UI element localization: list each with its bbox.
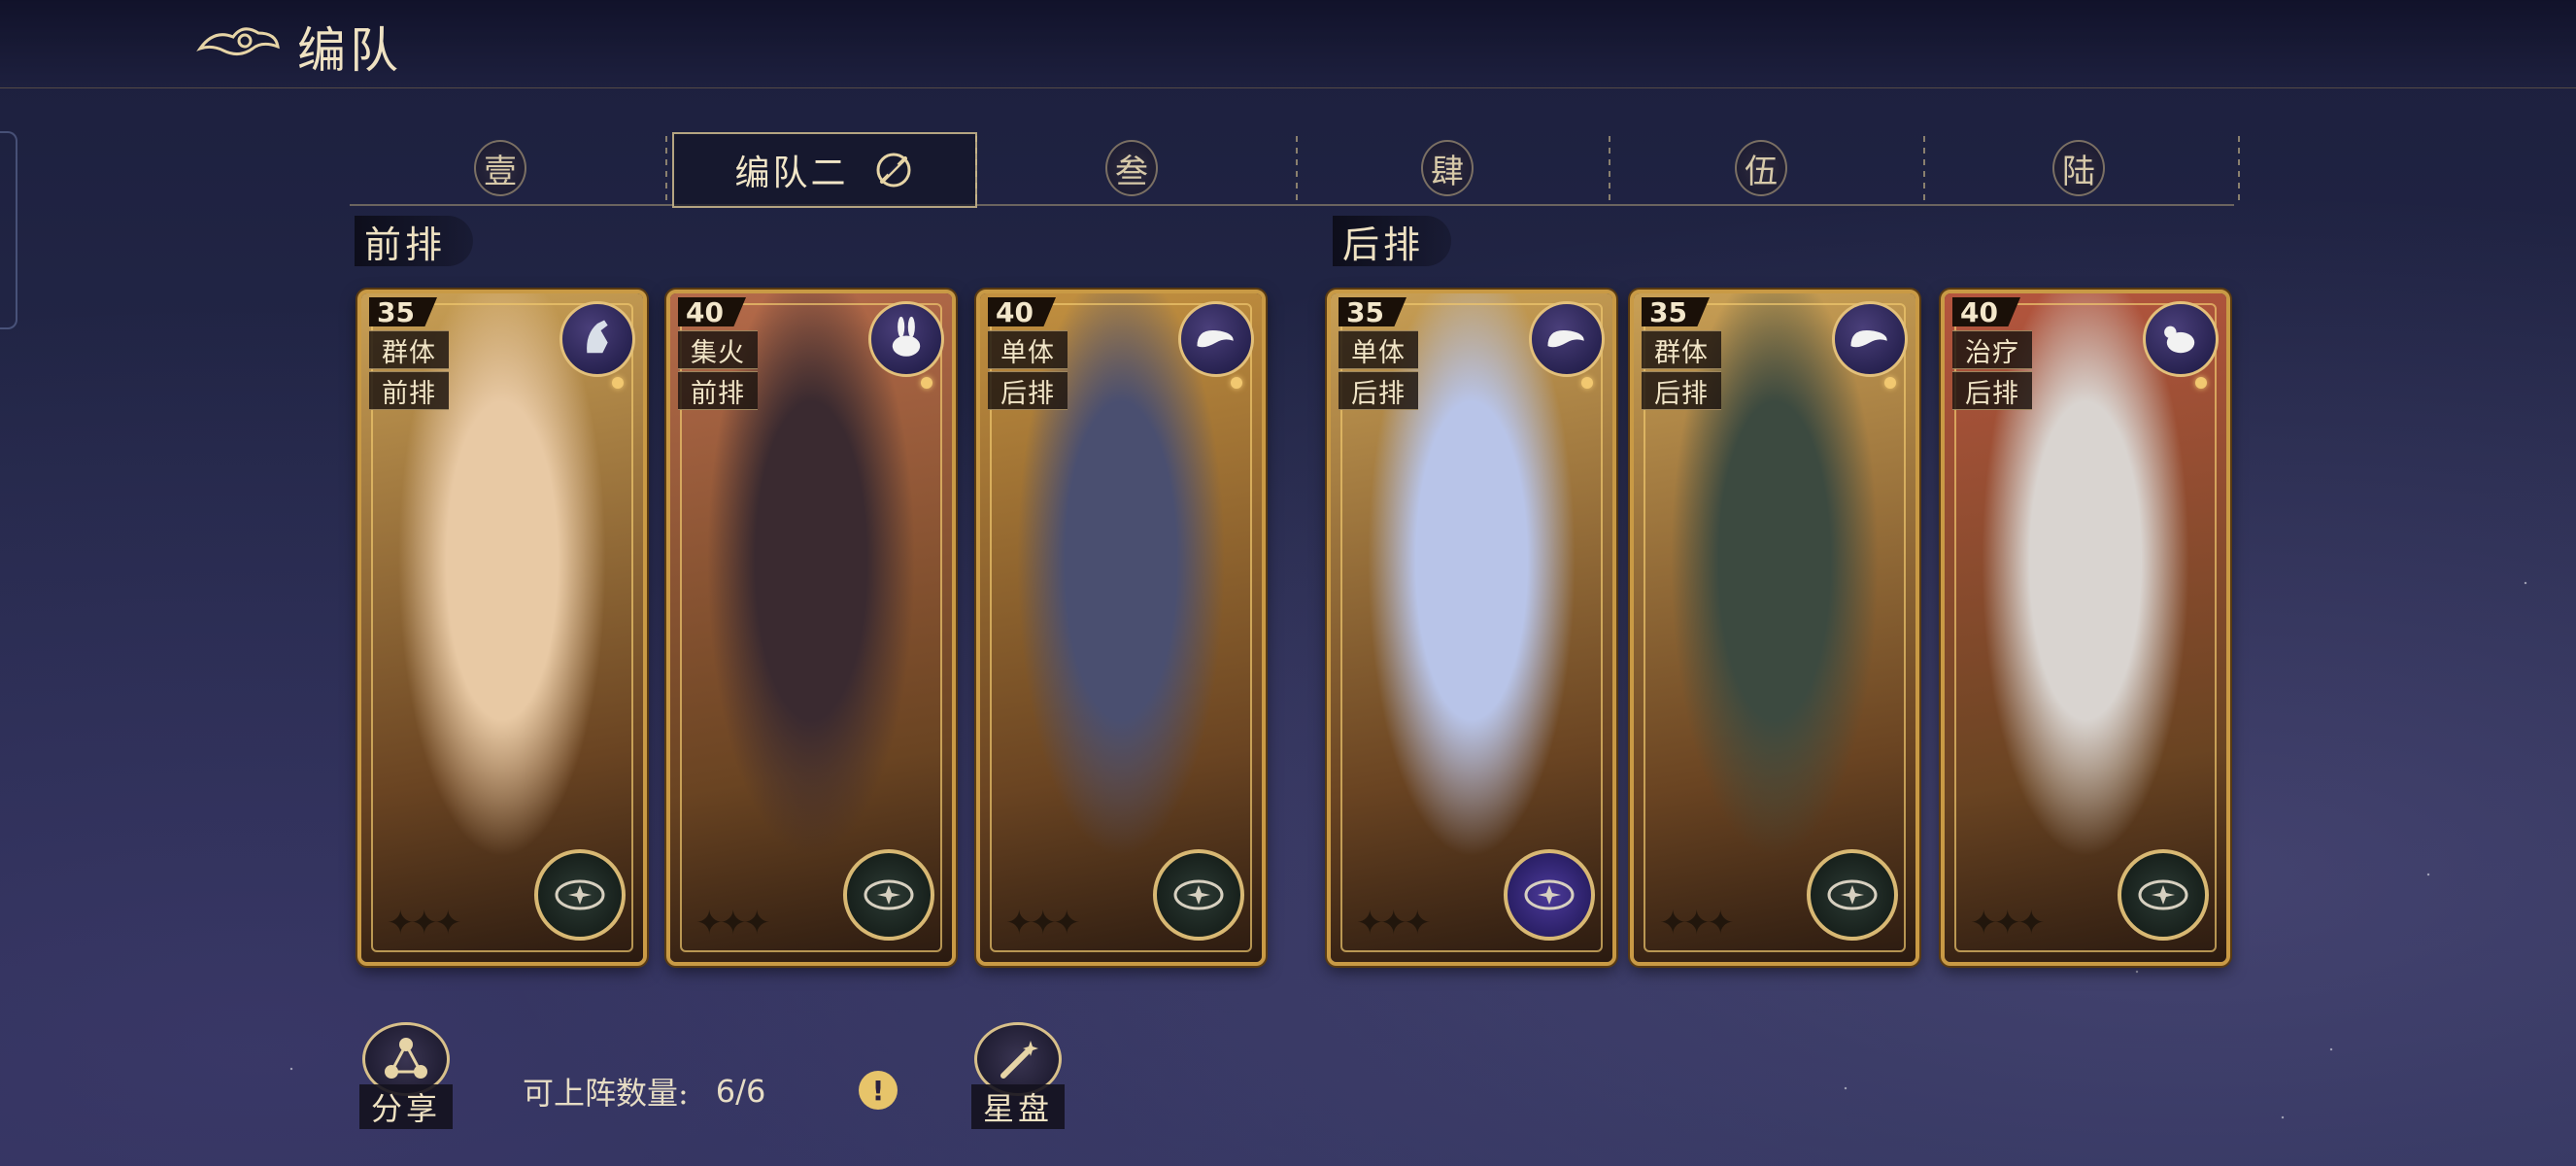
rabbit-icon xyxy=(868,301,944,377)
deploy-count: 可上阵数量: 6/6 xyxy=(523,1069,765,1114)
target-type-tag: 单体 xyxy=(1339,330,1418,369)
deploy-label: 可上阵数量: xyxy=(523,1075,689,1112)
tab-label: 壹 xyxy=(474,140,526,196)
astrolabe-icon xyxy=(2138,879,2188,910)
tab-separator xyxy=(975,136,977,204)
tab-label: 肆 xyxy=(1421,140,1474,196)
character-card[interactable]: ✦✦✦ 40 治疗 后排 xyxy=(1941,290,2230,966)
star-indicator xyxy=(1231,377,1242,389)
star-indicator xyxy=(612,377,624,389)
character-card[interactable]: ✦✦✦ 35 群体 前排 xyxy=(357,290,647,966)
target-type-tag: 治疗 xyxy=(1952,330,2032,369)
tab-separator xyxy=(2238,136,2240,204)
position-tag: 前排 xyxy=(369,371,449,410)
astrolabe-button[interactable] xyxy=(1504,849,1595,941)
character-card[interactable]: ✦✦✦ 40 单体 后排 xyxy=(976,290,1266,966)
astrolabe-button[interactable] xyxy=(2118,849,2209,941)
target-type-tag: 单体 xyxy=(988,330,1068,369)
back-cloud-icon[interactable] xyxy=(194,19,282,64)
position-tag: 后排 xyxy=(1339,371,1418,410)
tab-team-3[interactable]: 叁 xyxy=(1105,140,1158,196)
share-button[interactable]: 分享 xyxy=(357,1022,455,1129)
position-tag: 后排 xyxy=(1642,371,1721,410)
share-label: 分享 xyxy=(358,1084,453,1129)
starchart-label: 星盘 xyxy=(970,1084,1065,1129)
astrolabe-icon xyxy=(1173,879,1224,910)
astrolabe-button[interactable] xyxy=(1153,849,1244,941)
tab-team-5[interactable]: 伍 xyxy=(1735,140,1787,196)
deploy-value: 6/6 xyxy=(715,1073,766,1110)
star-rating-decoration: ✦✦✦ xyxy=(1005,904,1080,943)
starchart-button[interactable]: 星盘 xyxy=(969,1022,1067,1129)
tab-team-2[interactable]: 编队二 xyxy=(672,132,977,208)
character-card[interactable]: ✦✦✦ 35 群体 后排 xyxy=(1630,290,1919,966)
tab-team-4[interactable]: 肆 xyxy=(1421,140,1474,196)
side-drawer-handle[interactable] xyxy=(0,131,17,329)
snake-icon xyxy=(1832,301,1908,377)
star-indicator xyxy=(1581,377,1593,389)
tab-team-1[interactable]: 壹 xyxy=(474,140,526,196)
horse-icon xyxy=(559,301,635,377)
tabs-divider xyxy=(350,204,2234,206)
target-type-tag: 集火 xyxy=(678,330,758,369)
star-rating-decoration: ✦✦✦ xyxy=(1970,904,2045,943)
tab-label: 陆 xyxy=(2052,140,2105,196)
sheep-icon xyxy=(2143,301,2219,377)
back-row-label: 后排 xyxy=(1333,216,1452,266)
character-card[interactable]: ✦✦✦ 35 单体 后排 xyxy=(1327,290,1616,966)
position-tag: 前排 xyxy=(678,371,758,410)
tab-separator xyxy=(1296,136,1298,204)
character-card[interactable]: ✦✦✦ 40 集火 前排 xyxy=(666,290,956,966)
astrolabe-button[interactable] xyxy=(1807,849,1898,941)
star-rating-decoration: ✦✦✦ xyxy=(1659,904,1734,943)
position-tag: 后排 xyxy=(1952,371,2032,410)
astrolabe-button[interactable] xyxy=(534,849,626,941)
star-indicator xyxy=(2195,377,2207,389)
tab-team-6[interactable]: 陆 xyxy=(2052,140,2105,196)
position-tag: 后排 xyxy=(988,371,1068,410)
astrolabe-icon xyxy=(1827,879,1878,910)
star-indicator xyxy=(1884,377,1896,389)
tab-label: 伍 xyxy=(1735,140,1787,196)
front-row-label: 前排 xyxy=(355,216,474,266)
astrolabe-icon xyxy=(555,879,605,910)
header-bar: 编队 xyxy=(0,0,2576,88)
info-icon[interactable]: ! xyxy=(859,1071,898,1110)
astrolabe-icon xyxy=(1524,879,1575,910)
page-title: 编队 xyxy=(297,22,402,79)
star-indicator xyxy=(921,377,932,389)
tab-label: 叁 xyxy=(1105,140,1158,196)
snake-icon xyxy=(1178,301,1254,377)
star-rating-decoration: ✦✦✦ xyxy=(695,904,770,943)
tab-separator xyxy=(1923,136,1925,204)
rename-icon[interactable] xyxy=(872,149,915,191)
astrolabe-button[interactable] xyxy=(843,849,934,941)
tab-separator xyxy=(665,136,667,204)
star-rating-decoration: ✦✦✦ xyxy=(387,904,461,943)
star-rating-decoration: ✦✦✦ xyxy=(1356,904,1431,943)
target-type-tag: 群体 xyxy=(1642,330,1721,369)
tab-separator xyxy=(1609,136,1610,204)
snake-icon xyxy=(1529,301,1605,377)
tab-label: 编队二 xyxy=(734,154,849,193)
target-type-tag: 群体 xyxy=(369,330,449,369)
astrolabe-icon xyxy=(864,879,914,910)
